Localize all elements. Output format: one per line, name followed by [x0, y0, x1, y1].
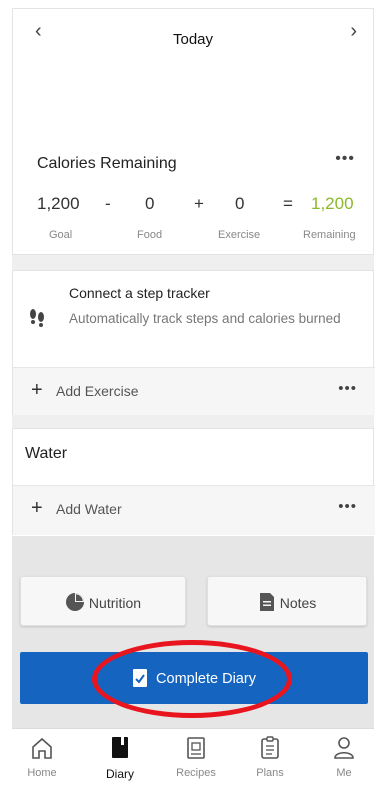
nav-item-home[interactable]: Home: [12, 735, 72, 779]
add-water-row[interactable]: + Add Water •••: [13, 485, 375, 535]
section-divider: [12, 255, 374, 270]
calories-title: Calories Remaining: [37, 155, 177, 172]
person-icon: [334, 737, 354, 759]
food-label: Food: [137, 229, 163, 241]
recipes-icon: [187, 737, 205, 759]
add-exercise-label: Add Exercise: [56, 383, 139, 399]
complete-diary-label: Complete Diary: [156, 671, 256, 687]
exercise-more-button[interactable]: •••: [338, 380, 357, 397]
step-tracker-title: Connect a step tracker: [69, 285, 210, 301]
nav-label-me: Me: [336, 767, 352, 779]
nav-item-plans[interactable]: Plans: [240, 735, 300, 779]
connect-step-tracker[interactable]: Connect a step tracker Automatically tra…: [13, 271, 373, 367]
diary-check-icon: [133, 669, 148, 687]
exercise-value: 0: [235, 194, 245, 213]
nav-item-me[interactable]: Me: [314, 735, 374, 779]
notes-icon: [259, 593, 274, 611]
minus-sign: -: [105, 194, 111, 213]
nav-item-recipes[interactable]: Recipes: [166, 735, 226, 779]
nav-label-diary: Diary: [105, 767, 134, 781]
calories-equation: 1,200 - 0 + 0 = 1,200: [13, 194, 375, 216]
diary-screen: ‹ Today › Calories Remaining ••• 1,200 -…: [0, 0, 377, 789]
remaining-value: 1,200: [311, 194, 354, 213]
nav-item-diary[interactable]: Diary: [90, 735, 150, 781]
plus-icon: +: [31, 497, 43, 519]
pie-chart-icon: [65, 593, 84, 611]
notes-label: Notes: [279, 595, 317, 611]
complete-diary-button[interactable]: Complete Diary: [20, 652, 368, 704]
home-icon: [32, 737, 52, 759]
nutrition-label: Nutrition: [88, 595, 142, 611]
exercise-label: Exercise: [218, 229, 261, 241]
date-label: Today: [172, 31, 214, 48]
plans-icon: [261, 736, 279, 759]
nav-label-home: Home: [27, 767, 57, 779]
goal-value: 1,200: [37, 194, 80, 213]
plus-sign: +: [194, 194, 204, 213]
date-header: ‹ Today ›: [12, 8, 374, 58]
nutrition-button[interactable]: Nutrition: [20, 576, 186, 626]
nav-label-recipes: Recipes: [176, 767, 216, 779]
add-water-label: Add Water: [56, 501, 122, 517]
nav-label-plans: Plans: [256, 767, 284, 779]
water-card: Water + Add Water •••: [12, 428, 375, 535]
section-divider: [12, 415, 374, 428]
goal-label: Goal: [49, 229, 73, 241]
chevron-right-icon[interactable]: ›: [350, 21, 357, 41]
water-title: Water: [25, 445, 68, 462]
water-more-button[interactable]: •••: [338, 498, 357, 515]
calories-more-button[interactable]: •••: [335, 150, 355, 168]
bottom-navigation: Home Diary Recipes Plans Me: [12, 728, 374, 789]
diary-icon: [112, 737, 128, 758]
notes-button[interactable]: Notes: [207, 576, 367, 626]
footsteps-icon: [30, 309, 44, 327]
food-value: 0: [145, 194, 155, 213]
step-tracker-subtitle: Automatically track steps and calories b…: [69, 311, 341, 326]
exercise-card: Connect a step tracker Automatically tra…: [12, 270, 375, 415]
remaining-label: Remaining: [303, 229, 356, 241]
equals-sign: =: [283, 194, 293, 213]
plus-icon: +: [31, 379, 43, 401]
diary-actions-area: Nutrition Notes Complete Diary: [12, 536, 374, 728]
add-exercise-row[interactable]: + Add Exercise •••: [13, 367, 375, 415]
calories-remaining-card[interactable]: Calories Remaining ••• 1,200 - 0 + 0 = 1…: [12, 58, 374, 255]
